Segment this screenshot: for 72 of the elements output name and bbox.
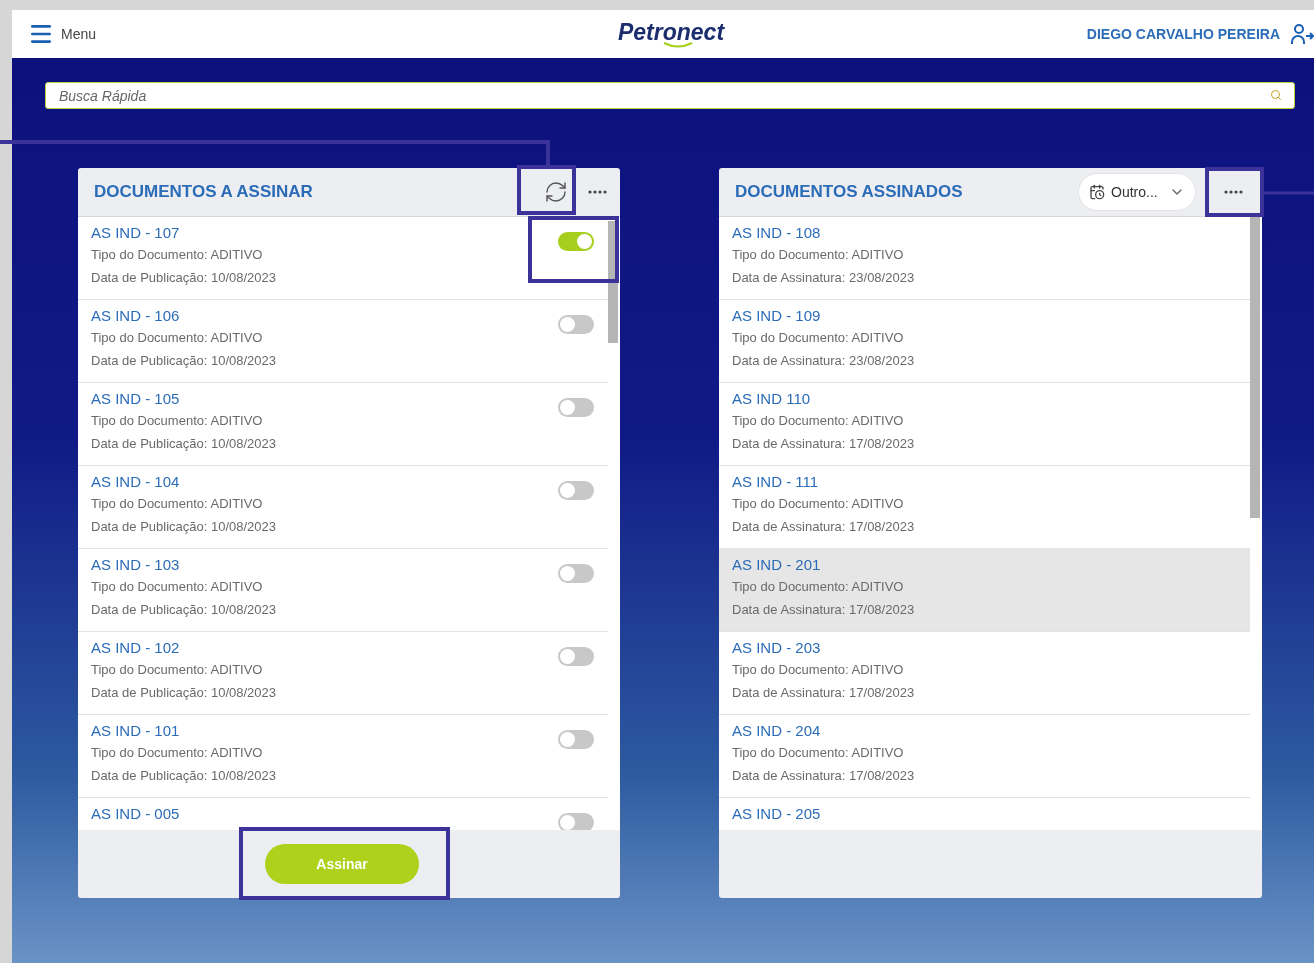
document-date: Data de Publicação: 10/08/2023: [91, 352, 277, 370]
document-date: Data de Publicação: 10/08/2023: [91, 269, 277, 287]
document-date: Data de Publicação: 10/08/2023: [91, 518, 277, 536]
user-name[interactable]: DIEGO CARVALHO PEREIRA: [1086, 23, 1280, 45]
toggle-switch[interactable]: [558, 564, 594, 583]
document-type: Tipo do Documento: ADITIVO: [91, 329, 264, 347]
toggle-switch[interactable]: [558, 647, 594, 666]
document-title[interactable]: AS IND - 107: [91, 222, 277, 244]
document-date: Data de Assinatura: 17/08/2023: [732, 684, 915, 702]
scrollbar-thumb[interactable]: [608, 221, 618, 343]
document-type: Tipo do Documento: ADITIVO: [732, 744, 905, 762]
document-title[interactable]: AS IND - 105: [91, 388, 277, 410]
document-date: Data de Publicação: 10/08/2023: [91, 601, 277, 619]
highlight-frame: [1205, 167, 1264, 217]
toggle-switch[interactable]: [558, 398, 594, 417]
document-date: Data de Publicação: 10/08/2023: [91, 767, 277, 785]
toggle-switch[interactable]: [558, 730, 594, 749]
toggle-switch[interactable]: [558, 232, 594, 251]
panel-title: DOCUMENTOS A ASSINAR: [94, 181, 313, 204]
document-type: Tipo do Documento: ADITIVO: [91, 661, 264, 679]
document-type: Tipo do Documento: ADITIVO: [732, 246, 905, 264]
menu-label[interactable]: Menu: [61, 23, 97, 45]
document-date: Data de Assinatura: 17/08/2023: [732, 518, 915, 536]
document-type: Tipo do Documento: ADITIVO: [732, 661, 905, 679]
toggle-switch[interactable]: [558, 481, 594, 500]
user-arrow-icon[interactable]: [1290, 22, 1314, 46]
document-title[interactable]: AS IND - 005: [91, 803, 180, 825]
document-type: Tipo do Documento: ADITIVO: [91, 744, 264, 762]
document-title[interactable]: AS IND - 204: [732, 720, 915, 742]
document-date: Data de Assinatura: 17/08/2023: [732, 767, 915, 785]
document-title[interactable]: AS IND 110: [732, 388, 915, 410]
document-type: Tipo do Documento: ADITIVO: [91, 495, 264, 513]
toggle-switch[interactable]: [558, 315, 594, 334]
document-title[interactable]: AS IND - 101: [91, 720, 277, 742]
search-icon[interactable]: [1270, 89, 1282, 101]
document-title[interactable]: AS IND - 111: [732, 471, 915, 493]
calendar-icon: [1089, 184, 1105, 200]
more-icon: [588, 190, 608, 194]
document-date: Data de Assinatura: 23/08/2023: [732, 269, 915, 287]
leader-line: [1264, 191, 1314, 195]
toggle-switch[interactable]: [558, 813, 594, 830]
document-type: Tipo do Documento: ADITIVO: [732, 412, 905, 430]
document-title[interactable]: AS IND - 205: [732, 803, 821, 825]
panel-title: DOCUMENTOS ASSINADOS: [735, 181, 963, 204]
period-dropdown[interactable]: Outro...: [1078, 173, 1196, 211]
document-title[interactable]: AS IND - 103: [91, 554, 277, 576]
document-title[interactable]: AS IND - 108: [732, 222, 915, 244]
logo-text: Petronect: [617, 20, 725, 44]
dropdown-value: Outro...: [1111, 182, 1159, 202]
document-type: Tipo do Documento: ADITIVO: [732, 578, 905, 596]
document-type: Tipo do Documento: ADITIVO: [91, 412, 264, 430]
document-title[interactable]: AS IND - 104: [91, 471, 277, 493]
swoosh-icon: [663, 42, 693, 48]
scrollbar-thumb[interactable]: [1250, 217, 1260, 518]
document-type: Tipo do Documento: ADITIVO: [732, 495, 905, 513]
document-title[interactable]: AS IND - 201: [732, 554, 915, 576]
document-title[interactable]: AS IND - 106: [91, 305, 277, 327]
document-type: Tipo do Documento: ADITIVO: [91, 246, 264, 264]
more-icon: [1224, 190, 1244, 194]
document-date: Data de Assinatura: 23/08/2023: [732, 352, 915, 370]
document-type: Tipo do Documento: ADITIVO: [732, 329, 905, 347]
document-title[interactable]: AS IND - 109: [732, 305, 915, 327]
document-type: Tipo do Documento: ADITIVO: [91, 578, 264, 596]
document-row[interactable]: AS IND - 201 Tipo do Documento: ADITIVO Data de Assinatura: 17/08/2023: [719, 549, 1250, 632]
document-date: Data de Publicação: 10/08/2023: [91, 435, 277, 453]
document-date: Data de Publicação: 10/08/2023: [91, 684, 277, 702]
search-field[interactable]: Busca Rápida: [45, 82, 1295, 109]
refresh-icon[interactable]: [544, 180, 568, 204]
document-date: Data de Assinatura: 17/08/2023: [732, 435, 915, 453]
document-title[interactable]: AS IND - 203: [732, 637, 915, 659]
document-title[interactable]: AS IND - 102: [91, 637, 277, 659]
document-date: Data de Assinatura: 17/08/2023: [732, 601, 915, 619]
